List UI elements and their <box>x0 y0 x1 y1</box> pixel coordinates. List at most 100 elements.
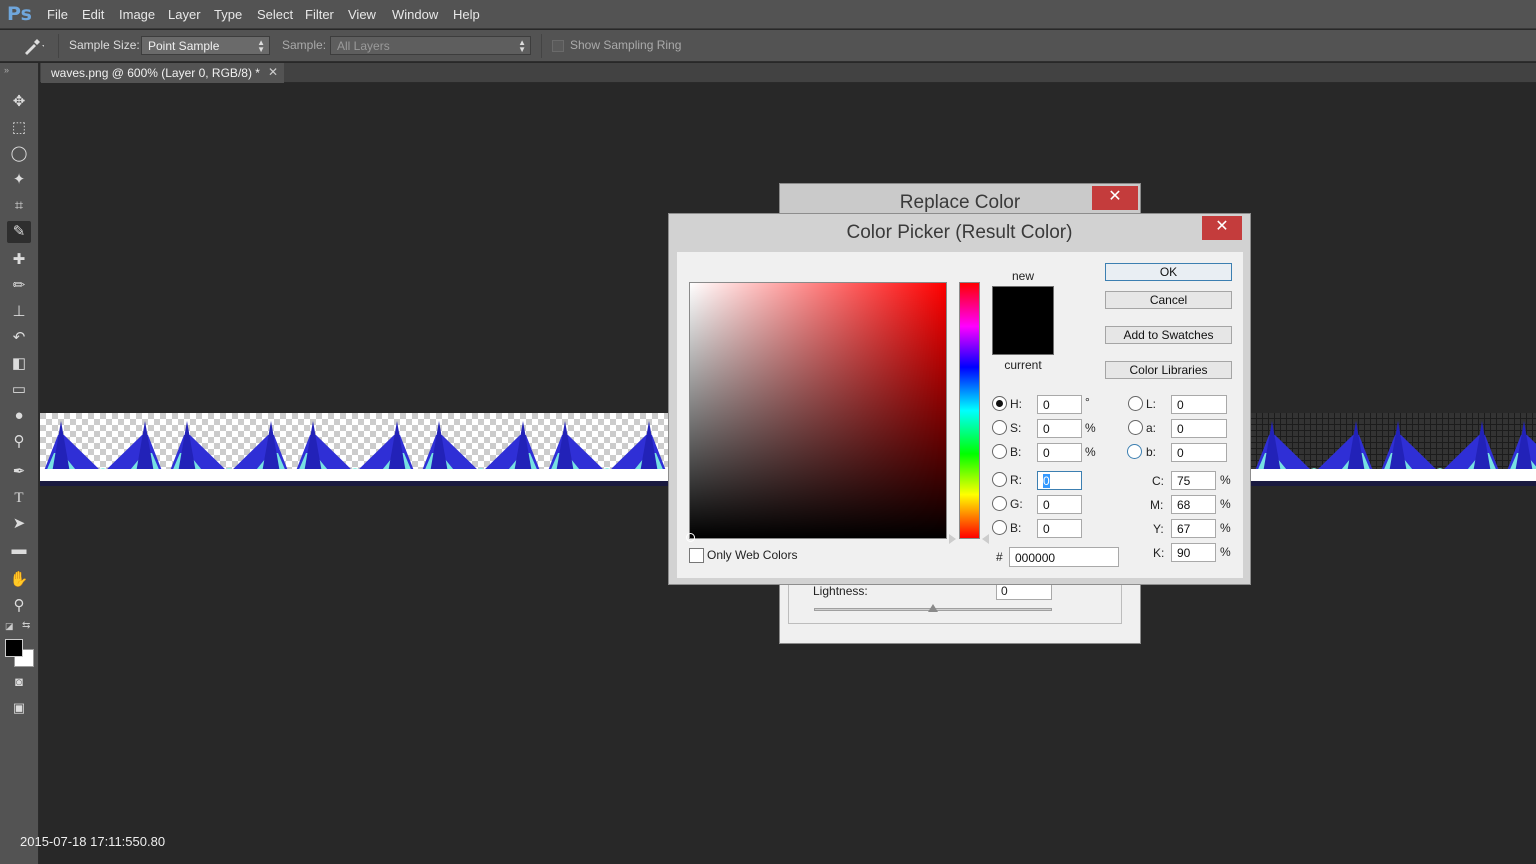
lab-a-input[interactable]: 0 <box>1171 419 1227 438</box>
canvas-image-left <box>40 413 668 486</box>
menu-layer[interactable]: Layer <box>168 7 201 22</box>
only-web-colors-checkbox[interactable] <box>689 548 704 563</box>
new-color-label: new <box>1011 269 1034 283</box>
brush-tool-icon[interactable]: ✏ <box>7 275 31 297</box>
magic-wand-tool-icon[interactable]: ✦ <box>7 169 31 191</box>
timestamp-overlay: 2015-07-18 17:11:550.80 <box>20 834 166 849</box>
type-tool-icon[interactable]: T <box>7 487 31 509</box>
sample-value: All Layers <box>337 39 390 53</box>
saturation-radio[interactable] <box>992 420 1007 435</box>
hex-label: # <box>996 550 1003 564</box>
hue-label: H: <box>1010 397 1022 411</box>
lab-b-input[interactable]: 0 <box>1171 443 1227 462</box>
brightness-input[interactable]: 0 <box>1037 443 1082 462</box>
lightness-slider-thumb[interactable] <box>928 604 938 612</box>
blue-input[interactable]: 0 <box>1037 519 1082 538</box>
close-icon[interactable]: ✕ <box>268 65 278 79</box>
canvas-image-right <box>1251 413 1536 486</box>
green-radio[interactable] <box>992 496 1007 511</box>
lab-b-radio[interactable] <box>1127 444 1142 459</box>
eyedropper-tool-icon[interactable]: ✎ <box>7 221 31 243</box>
zoom-tool-icon[interactable]: ⚲ <box>7 595 31 617</box>
cancel-button[interactable]: Cancel <box>1105 291 1232 309</box>
hue-input[interactable]: 0 <box>1037 395 1082 414</box>
hex-input[interactable]: 000000 <box>1009 547 1119 567</box>
menu-view[interactable]: View <box>348 7 376 22</box>
photoshop-logo: Ps <box>7 3 32 25</box>
add-to-swatches-button[interactable]: Add to Swatches <box>1105 326 1232 344</box>
degree-unit: ° <box>1085 395 1090 409</box>
red-value: 0 <box>1043 474 1050 488</box>
menu-type[interactable]: Type <box>214 7 242 22</box>
healing-brush-tool-icon[interactable]: ✚ <box>7 249 31 271</box>
sampling-ring-label: Show Sampling Ring <box>570 38 682 52</box>
foreground-color-swatch[interactable] <box>5 639 23 657</box>
updown-arrow-icon: ▲ ▼ <box>518 38 526 54</box>
divider <box>58 34 59 58</box>
clone-stamp-tool-icon[interactable]: ⊥ <box>7 301 31 323</box>
swap-colors-icon[interactable]: ⇆ <box>22 620 30 631</box>
menu-edit[interactable]: Edit <box>82 7 104 22</box>
lab-a-radio[interactable] <box>1128 420 1143 435</box>
menu-help[interactable]: Help <box>453 7 480 22</box>
default-colors-icon[interactable]: ◪ <box>5 621 14 632</box>
color-picker-body: new current OK Cancel Add to Swatches Co… <box>677 252 1243 578</box>
ok-button[interactable]: OK <box>1105 263 1232 281</box>
menu-select[interactable]: Select <box>257 7 293 22</box>
eyedropper-preset-icon[interactable] <box>22 36 48 56</box>
cyan-input[interactable]: 75 <box>1171 471 1216 490</box>
dodge-tool-icon[interactable]: ⚲ <box>7 431 31 453</box>
crop-tool-icon[interactable]: ⌗ <box>7 195 31 217</box>
menu-image[interactable]: Image <box>119 7 155 22</box>
hue-radio[interactable] <box>992 396 1007 411</box>
collapse-icon[interactable]: » <box>4 65 9 75</box>
sample-select[interactable]: All Layers ▲ ▼ <box>330 36 531 55</box>
blur-tool-icon[interactable]: ● <box>7 405 31 427</box>
pen-tool-icon[interactable]: ✒ <box>7 461 31 483</box>
lab-a-label: a: <box>1146 421 1157 435</box>
close-icon[interactable]: ✕ <box>1202 216 1242 240</box>
color-field[interactable] <box>686 282 947 542</box>
hand-tool-icon[interactable]: ✋ <box>7 569 31 591</box>
hue-arrow-right-icon[interactable] <box>982 534 989 544</box>
green-input[interactable]: 0 <box>1037 495 1082 514</box>
sampling-ring-checkbox[interactable] <box>552 40 564 52</box>
options-bar: Sample Size: Point Sample ▲ ▼ Sample: All… <box>0 30 1536 62</box>
magenta-input[interactable]: 68 <box>1171 495 1216 514</box>
black-label: K: <box>1153 546 1165 560</box>
color-libraries-button[interactable]: Color Libraries <box>1105 361 1232 379</box>
menu-filter[interactable]: Filter <box>305 7 334 22</box>
new-color-swatch <box>992 286 1054 355</box>
path-selection-tool-icon[interactable]: ➤ <box>7 513 31 535</box>
black-input[interactable]: 90 <box>1171 543 1216 562</box>
marquee-tool-icon[interactable]: ⬚ <box>7 117 31 139</box>
lab-l-input[interactable]: 0 <box>1171 395 1227 414</box>
screen-mode-icon[interactable]: ▣ <box>7 697 31 719</box>
color-field-marker[interactable] <box>686 533 695 542</box>
menu-file[interactable]: File <box>47 7 68 22</box>
move-tool-icon[interactable]: ✥ <box>7 91 31 113</box>
quick-mask-icon[interactable]: ◙ <box>7 671 31 693</box>
rectangle-tool-icon[interactable]: ▬ <box>7 539 31 561</box>
sample-size-value: Point Sample <box>148 39 220 53</box>
blue-radio[interactable] <box>992 520 1007 535</box>
red-input[interactable]: 0 <box>1037 471 1082 490</box>
sample-size-select[interactable]: Point Sample ▲ ▼ <box>141 36 270 55</box>
history-brush-tool-icon[interactable]: ↶ <box>7 327 31 349</box>
yellow-input[interactable]: 67 <box>1171 519 1216 538</box>
menu-window[interactable]: Window <box>392 7 438 22</box>
green-label: G: <box>1010 497 1023 511</box>
lab-l-radio[interactable] <box>1128 396 1143 411</box>
brightness-radio[interactable] <box>992 444 1007 459</box>
hue-slider[interactable] <box>959 282 980 539</box>
percent-unit: % <box>1085 421 1096 435</box>
lightness-label: Lightness: <box>813 584 868 598</box>
gradient-tool-icon[interactable]: ▭ <box>7 379 31 401</box>
saturation-input[interactable]: 0 <box>1037 419 1082 438</box>
hue-arrow-left-icon[interactable] <box>949 534 956 544</box>
lasso-tool-icon[interactable]: ◯ <box>7 143 31 165</box>
eraser-tool-icon[interactable]: ◧ <box>7 353 31 375</box>
close-icon[interactable]: ✕ <box>1092 186 1138 210</box>
document-tab[interactable]: waves.png @ 600% (Layer 0, RGB/8) * ✕ <box>41 63 284 83</box>
red-radio[interactable] <box>992 472 1007 487</box>
